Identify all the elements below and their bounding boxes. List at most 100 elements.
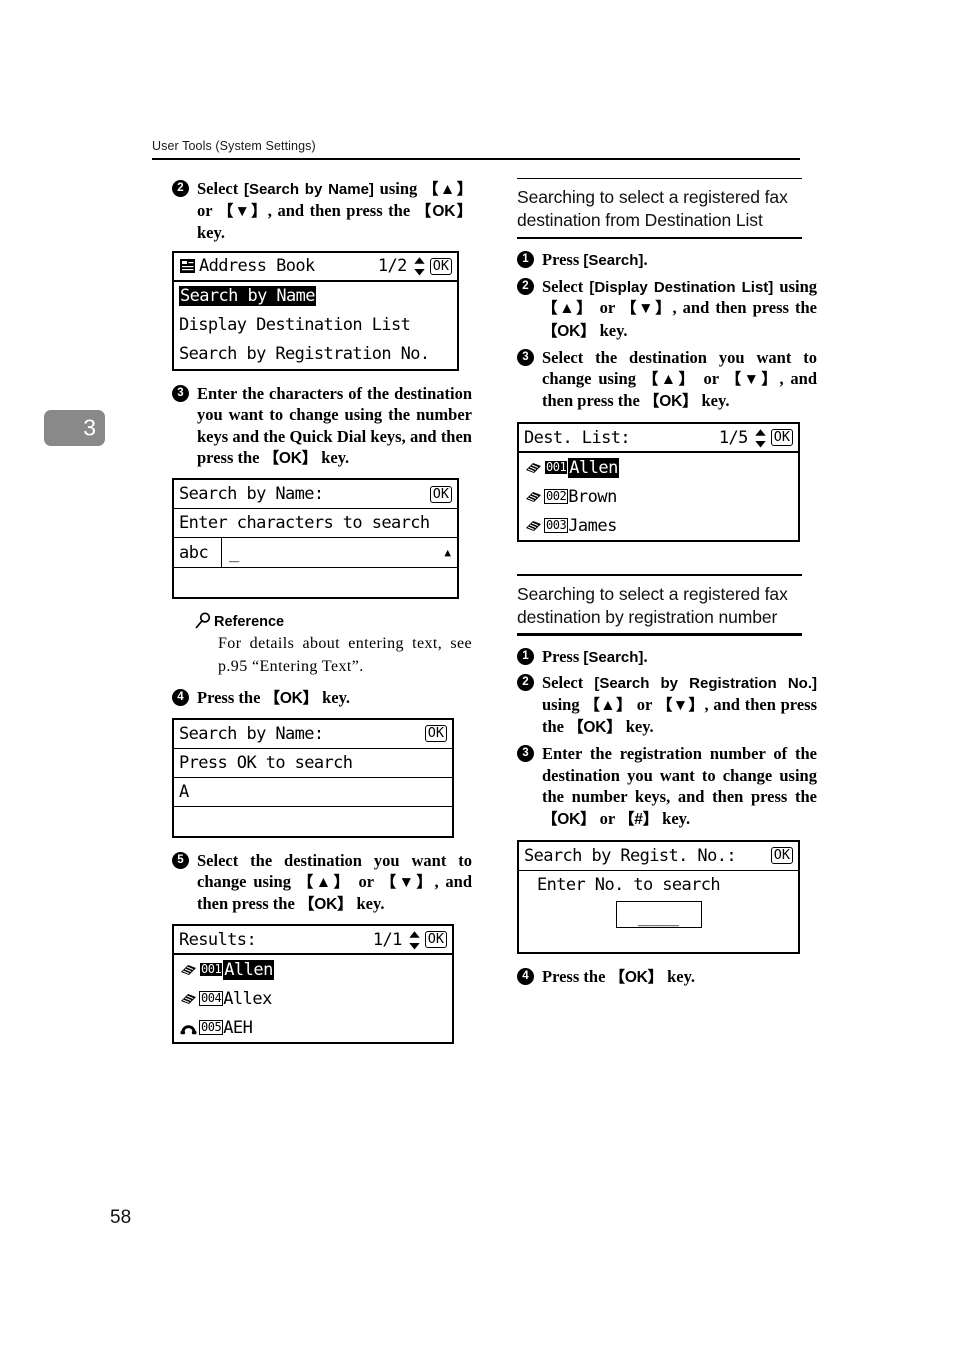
destination-name: Allen (568, 457, 619, 478)
lcd-prompt-row: Enter characters to search (174, 509, 457, 539)
lcd-menu-item-label: Search by Name (179, 286, 316, 307)
right-column: Searching to select a registered fax des… (517, 178, 817, 993)
destination-row[interactable]: 002 Brown (519, 482, 798, 511)
destination-name: Brown (568, 486, 617, 507)
registration-number: 005 (199, 1020, 224, 1036)
step-1-press-search: 1 Press [Search]. (517, 249, 817, 271)
destination-row[interactable]: 001 Allen (174, 955, 452, 984)
running-header: User Tools (System Settings) (152, 139, 316, 153)
lcd-search-by-registration-no: Search by Regist. No.: OK Enter No. to s… (517, 839, 800, 954)
step-1-press-search: 1 Press [Search]. (517, 646, 817, 668)
lcd-title: Address Book (199, 256, 315, 277)
step-number: 3 (172, 384, 189, 402)
lcd-blank-row (519, 930, 798, 952)
lcd-header: Search by Regist. No.: OK (519, 842, 798, 871)
lcd-page-indicator: 1/5 (718, 427, 749, 448)
step-number: 3 (517, 745, 534, 763)
step-4-press-ok: 4 Press the 【OK】 key. (172, 687, 472, 709)
lcd-entry-row[interactable]: A (174, 778, 452, 807)
lcd-title: Dest. List: (524, 427, 631, 448)
lcd-menu-item[interactable]: Search by Registration No. (174, 340, 457, 369)
lcd-page-indicator: 1/2 (377, 256, 408, 277)
lcd-ok-key[interactable]: OK (770, 429, 793, 447)
chapter-tab-number: 3 (83, 414, 96, 441)
lcd-header: Address Book 1/2 OK (174, 253, 457, 282)
section-destination-list: Searching to select a registered fax des… (517, 178, 817, 240)
fax-icon (526, 491, 541, 502)
registration-number: 004 (199, 991, 224, 1007)
lcd-menu-item[interactable]: Display Destination List (174, 311, 457, 340)
step-5-select-destination: 5 Select the destination you want to cha… (172, 850, 472, 916)
lcd-ok-key[interactable]: OK (429, 485, 452, 503)
step-3-enter-characters: 3 Enter the characters of the destinatio… (172, 383, 472, 469)
lcd-prompt-row: Enter No. to search (519, 871, 798, 900)
destination-row[interactable]: 005 AEH (174, 1013, 452, 1042)
lcd-title: Search by Regist. No.: (524, 845, 737, 866)
lcd-ok-key[interactable]: OK (429, 257, 452, 275)
lcd-text-input[interactable]: _ ▲ (222, 538, 457, 567)
destination-name: Allex (223, 988, 272, 1009)
step-4-press-ok: 4 Press the 【OK】 key. (517, 966, 817, 988)
step-3-select-destination: 3 Select the destination you want to cha… (517, 347, 817, 413)
section-rule-bottom (517, 633, 802, 636)
telephone-icon (180, 1025, 197, 1035)
destination-row[interactable]: 001 Allen (519, 453, 798, 482)
fax-icon (181, 964, 196, 975)
menu-list-icon (180, 259, 195, 274)
step-text: Press the 【OK】 key. (542, 966, 696, 986)
fax-icon (526, 462, 541, 473)
lcd-menu-item-label: Display Destination List (179, 315, 411, 336)
step-number: 5 (172, 851, 189, 869)
step-3-enter-registration-number: 3 Enter the registration number of the d… (517, 743, 817, 829)
lcd-number-entry-row[interactable]: ____ (519, 900, 798, 930)
section-rule-top (517, 178, 802, 180)
section-heading: Searching to select a registered fax des… (517, 187, 788, 231)
fax-icon (526, 520, 541, 531)
lcd-prompt: Enter characters to search (179, 513, 430, 534)
section-heading: Searching to select a registered fax des… (517, 583, 788, 627)
destination-name: AEH (223, 1017, 253, 1038)
lcd-search-by-name-empty: Search by Name: OK Enter characters to s… (172, 478, 459, 600)
left-column: 2 Select [Search by Name] using 【▲】 or 【… (172, 178, 472, 1055)
step-2-select-display-destination-list: 2 Select [Display Destination List] usin… (517, 276, 817, 342)
lcd-entry-row: abc _ ▲ (174, 538, 457, 569)
lcd-title: Search by Name: (179, 484, 324, 505)
step-text: Press [Search]. (542, 646, 648, 666)
lcd-prompt: Enter No. to search (537, 875, 721, 896)
lcd-header: Results: 1/1 OK (174, 926, 452, 956)
step-text: Select [Search by Name] using 【▲】 or 【▼】… (197, 179, 472, 243)
section-rule-bottom (517, 236, 802, 240)
lcd-entry-value: A (179, 781, 189, 802)
registration-number: 001 (199, 962, 224, 978)
scroll-up-marker-icon: ▲ (444, 546, 451, 560)
input-mode-label[interactable]: abc (174, 538, 222, 568)
step-text: Press the 【OK】 key. (197, 687, 351, 707)
step-number: 1 (517, 647, 534, 665)
lcd-ok-key[interactable]: OK (770, 847, 793, 865)
lcd-menu-item[interactable]: Search by Name (174, 282, 457, 311)
lcd-page-indicator: 1/1 (372, 929, 403, 950)
step-number: 2 (517, 674, 534, 692)
step-number: 3 (517, 348, 534, 366)
lcd-prompt-row: Press OK to search (174, 749, 452, 778)
registration-number-input[interactable]: ____ (615, 901, 702, 929)
lcd-title: Search by Name: (179, 723, 324, 744)
destination-row[interactable]: 003 James (519, 511, 798, 540)
lcd-address-book: Address Book 1/2 OK Search by Name Displ… (172, 250, 459, 371)
header-rule (152, 158, 800, 160)
registration-number: 001 (544, 460, 569, 476)
up-down-arrow-icon (755, 428, 766, 448)
reference-heading-label: Reference (214, 614, 285, 631)
lcd-title: Results: (179, 929, 257, 950)
step-number: 4 (517, 967, 534, 985)
lcd-ok-key[interactable]: OK (424, 931, 447, 949)
lcd-ok-key[interactable]: OK (424, 725, 447, 743)
step-text: Select [Display Destination List] using … (542, 276, 817, 340)
lcd-blank-row (174, 568, 457, 597)
lcd-results: Results: 1/1 OK 001 Allen 004 Allex 005 … (172, 924, 454, 1045)
fax-icon (181, 993, 196, 1004)
destination-row[interactable]: 004 Allex (174, 984, 452, 1013)
up-down-arrow-icon (414, 257, 425, 276)
lcd-blank-row (174, 807, 452, 836)
lcd-entry-value: _ (229, 542, 240, 563)
